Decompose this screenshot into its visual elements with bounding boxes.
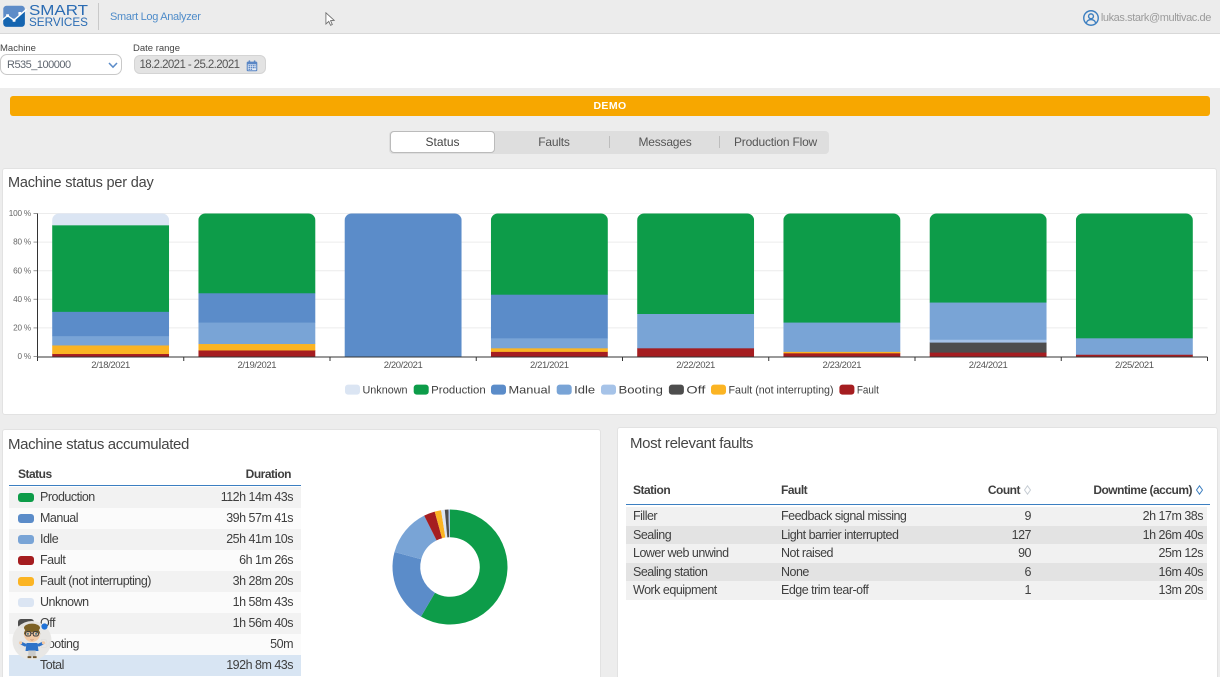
svg-text:80 %: 80 %	[13, 238, 31, 247]
svg-text:2/18/2021: 2/18/2021	[91, 360, 130, 371]
svg-text:Booting: Booting	[619, 384, 663, 396]
svg-text:20 %: 20 %	[13, 324, 31, 333]
svg-text:Fault (not interrupting): Fault (not interrupting)	[729, 384, 834, 396]
svg-text:2/23/2021: 2/23/2021	[823, 360, 862, 371]
svg-text:Idle: Idle	[574, 384, 595, 396]
svg-text:2/24/2021: 2/24/2021	[969, 360, 1008, 371]
svg-text:Fault: Fault	[857, 384, 879, 396]
svg-text:2/19/2021: 2/19/2021	[238, 360, 277, 371]
svg-text:40 %: 40 %	[13, 295, 31, 304]
svg-text:Production: Production	[431, 384, 486, 396]
svg-text:2/21/2021: 2/21/2021	[530, 360, 569, 371]
svg-text:Off: Off	[686, 384, 706, 396]
svg-text:SERVICES: SERVICES	[29, 17, 88, 28]
svg-text:2/25/2021: 2/25/2021	[1115, 360, 1154, 371]
svg-text:2/22/2021: 2/22/2021	[676, 360, 715, 371]
svg-text:Manual: Manual	[509, 384, 551, 396]
svg-text:60 %: 60 %	[13, 266, 31, 275]
svg-text:100 %: 100 %	[9, 209, 31, 218]
svg-text:0 %: 0 %	[17, 352, 31, 361]
svg-text:Unknown: Unknown	[363, 384, 408, 396]
svg-text:2/20/2021: 2/20/2021	[384, 360, 423, 371]
